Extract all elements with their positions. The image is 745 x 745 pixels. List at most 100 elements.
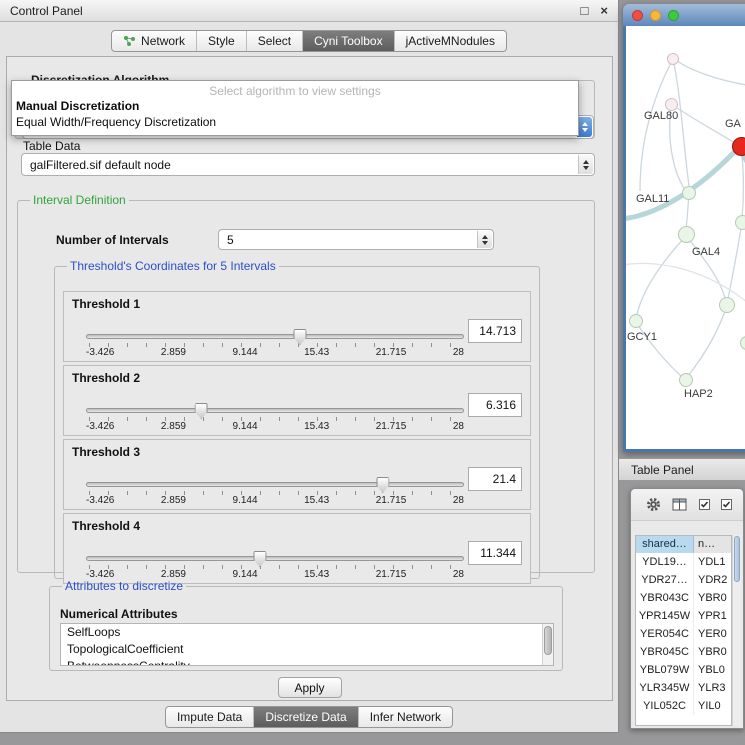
- network-node[interactable]: [667, 53, 679, 65]
- column-settings-icon[interactable]: [672, 498, 688, 512]
- apply-button[interactable]: Apply: [278, 677, 342, 698]
- threshold-value-field[interactable]: 11.344: [468, 541, 522, 565]
- num-intervals-combobox[interactable]: 5: [218, 229, 494, 250]
- network-node[interactable]: [682, 186, 696, 200]
- top-tab-bar: Network Style Select Cyni Toolbox jActiv…: [0, 22, 618, 58]
- table-panel-header: Table Panel: [619, 458, 745, 481]
- table-panel-title: Table Panel: [631, 463, 694, 477]
- table-panel-window: shared… n… YDL19…YDL1 YDR27…YDR2 YBR043C…: [630, 488, 744, 729]
- network-node[interactable]: [735, 215, 745, 230]
- network-window-titlebar: [623, 4, 745, 26]
- threshold-value-field[interactable]: 14.713: [468, 319, 522, 343]
- close-window-button[interactable]: ×: [600, 4, 608, 17]
- combo-stepper-icon[interactable]: [477, 231, 492, 248]
- scrollbar-thumb[interactable]: [734, 536, 740, 582]
- table-row[interactable]: YBR045CYBR0: [636, 643, 731, 661]
- table-toolbar: [631, 489, 743, 521]
- node-label: GAL4: [692, 246, 720, 258]
- threshold-slider[interactable]: -3.4262.8599.14415.4321.71528: [86, 326, 464, 360]
- network-view-window: GAL80 GA GAL11 GAL4 GCY1 HAP2: [623, 4, 745, 452]
- slider-track[interactable]: [86, 408, 464, 413]
- table-data-combobox[interactable]: galFiltered.sif default node: [21, 153, 595, 176]
- table-row[interactable]: YIL052CYIL0: [636, 697, 731, 715]
- tab-cyni-toolbox[interactable]: Cyni Toolbox: [303, 31, 394, 51]
- attributes-list[interactable]: SelfLoops TopologicalCoefficient Between…: [60, 623, 554, 666]
- slider-scale: -3.4262.8599.14415.4321.71528: [86, 347, 464, 358]
- table-data-label: Table Data: [23, 139, 80, 153]
- data-table[interactable]: shared… n… YDL19…YDL1 YDR27…YDR2 YBR043C…: [635, 535, 732, 726]
- threshold-slider[interactable]: -3.4262.8599.14415.4321.71528: [86, 400, 464, 434]
- slider-track[interactable]: [86, 334, 464, 339]
- table-scrollbar[interactable]: [732, 535, 741, 726]
- list-item[interactable]: TopologicalCoefficient: [61, 641, 553, 658]
- threshold-slider[interactable]: -3.4262.8599.14415.4321.71528: [86, 548, 464, 582]
- tab-impute-data[interactable]: Impute Data: [166, 707, 254, 727]
- dropdown-option-manual-discretization[interactable]: Manual Discretization: [12, 98, 578, 114]
- slider-scale: -3.4262.8599.14415.4321.71528: [86, 421, 464, 432]
- network-node-selected[interactable]: [732, 137, 745, 156]
- table-row[interactable]: YLR345WYLR3: [636, 679, 731, 697]
- attributes-group-title: Attributes to discretize: [62, 579, 186, 593]
- list-scrollbar[interactable]: [542, 624, 553, 665]
- threshold-panel-4: Threshold 4 -3.4262.8599.14415.4321.7152…: [63, 513, 531, 584]
- node-label: GAL80: [644, 110, 678, 122]
- table-row[interactable]: YER054CYER0: [636, 625, 731, 643]
- network-icon: [123, 35, 136, 47]
- thresholds-group: Threshold's Coordinates for 5 Intervals …: [54, 259, 540, 579]
- select-all-checkbox-icon[interactable]: [699, 499, 710, 510]
- slider-track[interactable]: [86, 556, 464, 561]
- threshold-panel-2: Threshold 2 -3.4262.8599.14415.4321.7152…: [63, 365, 531, 436]
- network-node[interactable]: [678, 226, 695, 243]
- screen: Control Panel □ × Network: [0, 0, 745, 745]
- threshold-panel-1: Threshold 1 -3.4262.8599.14415.4321.7152…: [63, 291, 531, 362]
- dropdown-prompt: Select algorithm to view settings: [12, 81, 578, 98]
- tab-jactivemnodules[interactable]: jActiveMNodules: [395, 31, 506, 51]
- tab-network[interactable]: Network: [112, 31, 197, 51]
- scrollbar-thumb[interactable]: [544, 626, 552, 655]
- threshold-slider[interactable]: -3.4262.8599.14415.4321.71528: [86, 474, 464, 508]
- tab-infer-network[interactable]: Infer Network: [359, 707, 452, 727]
- list-item[interactable]: SelfLoops: [61, 624, 553, 641]
- float-window-button[interactable]: □: [581, 4, 589, 17]
- window-title: Control Panel: [10, 4, 83, 18]
- num-intervals-label: Number of Intervals: [56, 233, 169, 247]
- threshold-value-field[interactable]: 21.4: [468, 467, 522, 491]
- node-label: GCY1: [627, 331, 657, 343]
- tab-select[interactable]: Select: [247, 31, 303, 51]
- table-row[interactable]: YDR27…YDR2: [636, 571, 731, 589]
- table-row[interactable]: YDL19…YDL1: [636, 553, 731, 571]
- close-traffic-light[interactable]: [632, 10, 643, 21]
- threshold-value-field[interactable]: 6.316: [468, 393, 522, 417]
- slider-track[interactable]: [86, 482, 464, 487]
- table-header-row: shared… n…: [636, 536, 731, 553]
- node-label: GA: [725, 118, 741, 130]
- table-row[interactable]: YPR145WYPR1: [636, 607, 731, 625]
- zoom-traffic-light[interactable]: [668, 10, 679, 21]
- clear-selection-checkbox-icon[interactable]: [721, 499, 732, 510]
- node-label: GAL11: [636, 193, 669, 205]
- slider-scale: -3.4262.8599.14415.4321.71528: [86, 495, 464, 506]
- window-titlebar: Control Panel □ ×: [0, 0, 618, 22]
- network-canvas[interactable]: GAL80 GA GAL11 GAL4 GCY1 HAP2: [626, 26, 745, 449]
- thresholds-group-title: Threshold's Coordinates for 5 Intervals: [67, 259, 279, 273]
- table-row[interactable]: YBR043CYBR0: [636, 589, 731, 607]
- attributes-group: Attributes to discretize Numerical Attri…: [49, 579, 563, 671]
- interval-definition-title: Interval Definition: [30, 193, 129, 207]
- network-node[interactable]: [719, 297, 735, 313]
- combo-stepper-icon[interactable]: [578, 155, 593, 174]
- num-intervals-value: 5: [227, 233, 234, 247]
- tab-style[interactable]: Style: [197, 31, 247, 51]
- dropdown-option-equal-width-frequency[interactable]: Equal Width/Frequency Discretization: [12, 114, 578, 130]
- table-row[interactable]: YBL079WYBL0: [636, 661, 731, 679]
- minimize-traffic-light[interactable]: [650, 10, 661, 21]
- list-item[interactable]: BetweennessCentrality: [61, 658, 553, 666]
- gear-icon[interactable]: [646, 497, 661, 512]
- combo-stepper-icon[interactable]: [577, 117, 592, 137]
- tab-discretize-data[interactable]: Discretize Data: [254, 707, 358, 727]
- column-header-name[interactable]: n…: [694, 536, 731, 553]
- threshold-label: Threshold 1: [72, 297, 140, 311]
- column-header-shared-name[interactable]: shared…: [636, 536, 694, 553]
- network-node[interactable]: [679, 373, 693, 387]
- control-panel-body: Discretization Algorithm Select algorith…: [6, 56, 613, 701]
- network-node[interactable]: [629, 314, 643, 328]
